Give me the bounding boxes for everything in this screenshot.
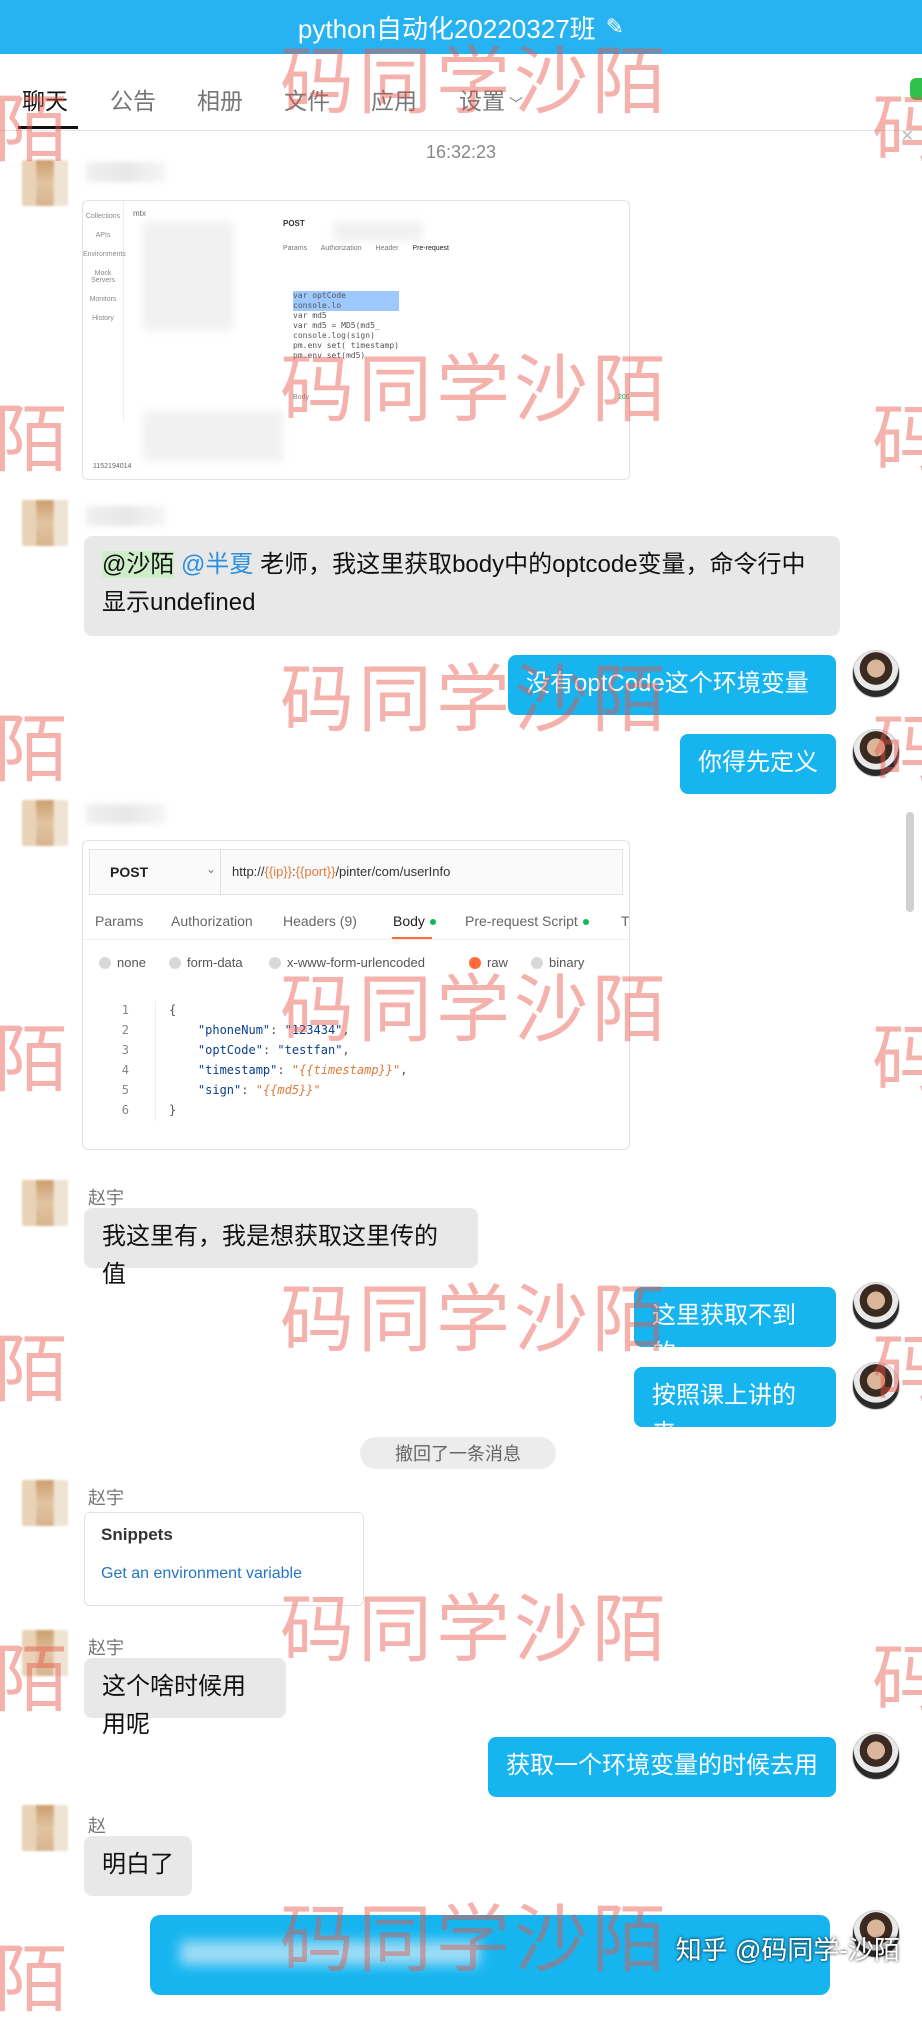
tree-root: mtx [133, 209, 146, 218]
tab-bar: 聊天 公告 相册 文件 应用 设置 ﹀ [0, 54, 922, 131]
message-bubble[interactable]: 获取一个环境变量的时候去用 [488, 1737, 836, 1797]
watermark: 码 [872, 398, 922, 481]
avatar[interactable] [22, 1180, 68, 1226]
tab-apps[interactable]: 应用 [371, 82, 417, 116]
group-title: python自动化20220327班 [297, 13, 596, 44]
body-editor: 1 2 3 4 5 6 { "phoneNum": "123434", "opt… [89, 1001, 621, 1121]
message-text: 这里获取不到的 [652, 1302, 796, 1367]
avatar[interactable] [852, 1362, 900, 1410]
sidebar-item: Monitors [89, 296, 117, 303]
mention[interactable]: @沙陌 [102, 551, 175, 578]
tab-chat[interactable]: 聊天 [22, 82, 68, 116]
recall-notice: 撤回了一条消息 [360, 1437, 556, 1469]
sidebar-item: Environments [83, 251, 126, 258]
message-bubble[interactable]: 这里获取不到的 [634, 1287, 836, 1367]
tab-files[interactable]: 文件 [284, 82, 330, 116]
message-bubble[interactable]: 按照课上讲的来 [634, 1367, 836, 1447]
sender-name: 赵宇 [88, 1488, 124, 1508]
tab-headers: Headers (9) [283, 913, 357, 929]
avatar[interactable] [852, 650, 900, 698]
message-text: 这个啥时候用用呢 [102, 1673, 246, 1738]
tab-params: Params [95, 913, 144, 929]
sender-name-blurred [86, 506, 166, 526]
sidebar-item: Mock Servers [90, 270, 116, 284]
avatar[interactable] [22, 1805, 68, 1851]
radio-binary: binary [531, 955, 584, 970]
message-bubble[interactable]: 没有optCode这个环境变量 [508, 655, 836, 715]
script-editor: var optCode console.lo var md5 var md5 =… [293, 291, 399, 360]
avatar[interactable] [852, 729, 900, 777]
mention[interactable]: @半夏 [181, 551, 253, 578]
avatar[interactable] [852, 1282, 900, 1330]
watermark: 陌 [0, 708, 68, 791]
watermark: 码同学沙陌 [280, 1277, 670, 1363]
sender-name-blurred [86, 162, 166, 182]
sidebar-item: Collections [85, 213, 121, 220]
avatar[interactable] [22, 800, 68, 846]
value-row: 1152194014 [93, 463, 132, 470]
image-attachment[interactable]: POST ⌄ http://{{ip}}:{{port}}/pinter/com… [82, 840, 630, 1150]
timestamp: 16:32:23 [425, 142, 497, 162]
body-label: Body [293, 394, 309, 401]
chevron-down-icon: ⌄ [206, 862, 217, 876]
tab-settings[interactable]: 设置 ﹀ [459, 82, 523, 116]
message-text: 我这里有，我是想获取这里传的值 [102, 1223, 438, 1288]
method-select: POST [110, 864, 149, 880]
watermark: 码 [872, 1638, 922, 1721]
avatar[interactable] [22, 1480, 68, 1526]
avatar[interactable] [22, 500, 68, 546]
sidebar-item: History [92, 315, 114, 322]
active-tab-indicator [18, 126, 78, 129]
sidebar-item: APIs [95, 232, 111, 239]
scrollbar[interactable] [906, 812, 914, 912]
message-text: 明白了 [102, 1851, 174, 1878]
title-bar: python自动化20220327班 ✎ [0, 0, 922, 54]
watermark: 陌 [0, 1328, 68, 1411]
url-bar: POST ⌄ http://{{ip}}:{{port}}/pinter/com… [89, 849, 623, 895]
sender-name: 赵宇 [88, 1188, 124, 1208]
tab-body: Body [393, 913, 436, 929]
message-text: 按照课上讲的来 [652, 1382, 796, 1447]
tab-album[interactable]: 相册 [197, 82, 243, 116]
message-text: 没有optCode这个环境变量 [526, 670, 809, 697]
tab-authorization: Authorization [171, 913, 253, 929]
message-text: 你得先定义 [698, 749, 818, 776]
radio-urlencoded: x-www-form-urlencoded [269, 955, 425, 970]
watermark: 码 [872, 1018, 922, 1101]
method-label: POST [283, 219, 305, 228]
avatar[interactable] [22, 160, 68, 206]
image-attachment[interactable]: Collections APIs Environments Mock Serve… [82, 200, 630, 480]
sender-name: 赵宇 [88, 1638, 124, 1658]
status-code: 200 [618, 394, 630, 401]
url-text: http://{{ip}}:{{port}}/pinter/com/userIn… [232, 864, 451, 879]
radio-raw: raw [469, 955, 508, 970]
radio-form-data: form-data [169, 955, 243, 970]
snippet-link[interactable]: Get an environment variable [101, 1565, 302, 1583]
tab-announcement[interactable]: 公告 [110, 82, 156, 116]
watermark: 陌 [0, 1018, 68, 1101]
radio-none: none [99, 955, 146, 970]
snippets-title: Snippets [101, 1525, 173, 1544]
sender-name-blurred [86, 804, 166, 824]
pencil-icon[interactable]: ✎ [606, 14, 624, 40]
postman-sidebar: Collections APIs Environments Mock Serve… [83, 201, 126, 421]
credit-watermark: 知乎 @码同学-沙陌 [675, 1935, 900, 1965]
message-bubble[interactable]: 这个啥时候用用呢 [84, 1658, 286, 1738]
sender-name: 赵 [88, 1816, 106, 1836]
avatar[interactable] [852, 1732, 900, 1780]
message-text: 获取一个环境变量的时候去用 [506, 1752, 818, 1779]
message-bubble[interactable]: 明白了 [84, 1836, 192, 1896]
avatar[interactable] [22, 1630, 68, 1676]
message-bubble[interactable]: 我这里有，我是想获取这里传的值 [84, 1208, 478, 1288]
message-bubble[interactable]: 你得先定义 [680, 734, 836, 794]
tab-pre-request: Pre-request Script [465, 913, 589, 929]
watermark: 陌 [0, 1938, 68, 2021]
snippets-card[interactable]: Snippets Get an environment variable [84, 1512, 364, 1606]
message-bubble[interactable]: @沙陌 @半夏 老师，我这里获取body中的optcode变量，命令行中显示un… [84, 536, 840, 636]
chevron-down-icon: ﹀ [509, 96, 523, 112]
phone-icon[interactable] [910, 78, 922, 100]
request-tabs: Params Authorization Header Pre-request [283, 245, 449, 252]
tab-tests: T [621, 913, 630, 929]
watermark: 陌 [0, 398, 68, 481]
